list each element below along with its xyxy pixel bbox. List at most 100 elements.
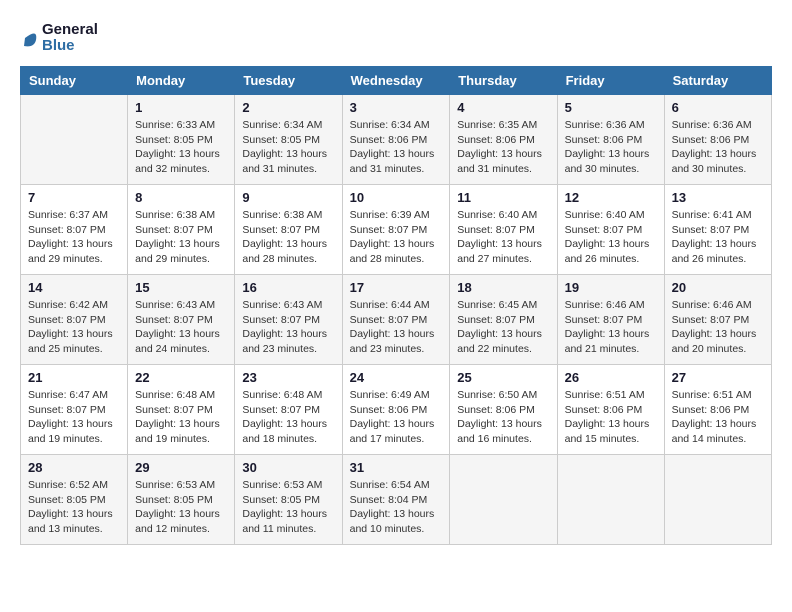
calendar-cell: 3Sunrise: 6:34 AMSunset: 8:06 PMDaylight…: [342, 95, 450, 185]
day-info: Sunrise: 6:42 AMSunset: 8:07 PMDaylight:…: [28, 298, 120, 357]
day-info: Sunrise: 6:43 AMSunset: 8:07 PMDaylight:…: [242, 298, 334, 357]
day-info: Sunrise: 6:33 AMSunset: 8:05 PMDaylight:…: [135, 118, 227, 177]
week-row-3: 14 Sunrise: 6:42 AMSunset: 8:07 PMDayligh…: [21, 275, 772, 365]
calendar-cell: 17 Sunrise: 6:44 AMSunset: 8:07 PMDayligh…: [342, 275, 450, 365]
calendar-cell: 24 Sunrise: 6:49 AMSunset: 8:06 PMDayligh…: [342, 365, 450, 455]
day-info: Sunrise: 6:48 AMSunset: 8:07 PMDaylight:…: [135, 388, 227, 447]
day-number: 10: [350, 190, 443, 205]
day-info: Sunrise: 6:34 AMSunset: 8:06 PMDaylight:…: [350, 118, 443, 177]
day-info: Sunrise: 6:52 AMSunset: 8:05 PMDaylight:…: [28, 478, 120, 537]
day-number: 11: [457, 190, 549, 205]
day-number: 27: [672, 370, 764, 385]
logo-bird-icon: [20, 20, 40, 56]
day-info: Sunrise: 6:50 AMSunset: 8:06 PMDaylight:…: [457, 388, 549, 447]
day-number: 14: [28, 280, 120, 295]
header-tuesday: Tuesday: [235, 67, 342, 95]
calendar-cell: 4Sunrise: 6:35 AMSunset: 8:06 PMDaylight…: [450, 95, 557, 185]
day-info: Sunrise: 6:36 AMSunset: 8:06 PMDaylight:…: [672, 118, 764, 177]
calendar-cell: 26Sunrise: 6:51 AMSunset: 8:06 PMDayligh…: [557, 365, 664, 455]
day-info: Sunrise: 6:35 AMSunset: 8:06 PMDaylight:…: [457, 118, 549, 177]
calendar-cell: 29 Sunrise: 6:53 AMSunset: 8:05 PMDayligh…: [128, 455, 235, 545]
page-header: General Blue: [20, 20, 772, 56]
day-number: 17: [350, 280, 443, 295]
day-number: 2: [242, 100, 334, 115]
week-row-5: 28 Sunrise: 6:52 AMSunset: 8:05 PMDayligh…: [21, 455, 772, 545]
day-number: 7: [28, 190, 120, 205]
header-wednesday: Wednesday: [342, 67, 450, 95]
calendar-cell: 23 Sunrise: 6:48 AMSunset: 8:07 PMDayligh…: [235, 365, 342, 455]
logo-text: General Blue: [42, 22, 98, 55]
day-number: 28: [28, 460, 120, 475]
day-number: 30: [242, 460, 334, 475]
calendar-cell: [450, 455, 557, 545]
day-number: 29: [135, 460, 227, 475]
day-info: Sunrise: 6:43 AMSunset: 8:07 PMDaylight:…: [135, 298, 227, 357]
day-info: Sunrise: 6:51 AMSunset: 8:06 PMDaylight:…: [565, 388, 657, 447]
day-info: Sunrise: 6:40 AMSunset: 8:07 PMDaylight:…: [457, 208, 549, 267]
day-number: 9: [242, 190, 334, 205]
calendar-cell: 9 Sunrise: 6:38 AMSunset: 8:07 PMDaylight…: [235, 185, 342, 275]
calendar-cell: 13 Sunrise: 6:41 AMSunset: 8:07 PMDayligh…: [664, 185, 771, 275]
calendar-table: SundayMondayTuesdayWednesdayThursdayFrid…: [20, 66, 772, 545]
week-row-4: 21 Sunrise: 6:47 AMSunset: 8:07 PMDayligh…: [21, 365, 772, 455]
day-info: Sunrise: 6:41 AMSunset: 8:07 PMDaylight:…: [672, 208, 764, 267]
day-info: Sunrise: 6:34 AMSunset: 8:05 PMDaylight:…: [242, 118, 334, 177]
day-info: Sunrise: 6:44 AMSunset: 8:07 PMDaylight:…: [350, 298, 443, 357]
header-row: SundayMondayTuesdayWednesdayThursdayFrid…: [21, 67, 772, 95]
header-sunday: Sunday: [21, 67, 128, 95]
day-info: Sunrise: 6:48 AMSunset: 8:07 PMDaylight:…: [242, 388, 334, 447]
calendar-cell: 27 Sunrise: 6:51 AMSunset: 8:06 PMDayligh…: [664, 365, 771, 455]
logo-container: General Blue: [20, 20, 98, 56]
calendar-cell: 21 Sunrise: 6:47 AMSunset: 8:07 PMDayligh…: [21, 365, 128, 455]
day-info: Sunrise: 6:38 AMSunset: 8:07 PMDaylight:…: [135, 208, 227, 267]
day-number: 12: [565, 190, 657, 205]
header-friday: Friday: [557, 67, 664, 95]
day-number: 25: [457, 370, 549, 385]
calendar-cell: 8 Sunrise: 6:38 AMSunset: 8:07 PMDaylight…: [128, 185, 235, 275]
calendar-cell: 20Sunrise: 6:46 AMSunset: 8:07 PMDayligh…: [664, 275, 771, 365]
day-number: 13: [672, 190, 764, 205]
logo: General Blue: [20, 20, 98, 56]
day-number: 16: [242, 280, 334, 295]
calendar-cell: 12 Sunrise: 6:40 AMSunset: 8:07 PMDayligh…: [557, 185, 664, 275]
calendar-cell: [21, 95, 128, 185]
day-number: 8: [135, 190, 227, 205]
calendar-cell: 16 Sunrise: 6:43 AMSunset: 8:07 PMDayligh…: [235, 275, 342, 365]
header-monday: Monday: [128, 67, 235, 95]
day-info: Sunrise: 6:46 AMSunset: 8:07 PMDaylight:…: [672, 298, 764, 357]
week-row-2: 7 Sunrise: 6:37 AMSunset: 8:07 PMDaylight…: [21, 185, 772, 275]
calendar-cell: [557, 455, 664, 545]
day-number: 22: [135, 370, 227, 385]
day-info: Sunrise: 6:54 AMSunset: 8:04 PMDaylight:…: [350, 478, 443, 537]
day-info: Sunrise: 6:40 AMSunset: 8:07 PMDaylight:…: [565, 208, 657, 267]
day-info: Sunrise: 6:38 AMSunset: 8:07 PMDaylight:…: [242, 208, 334, 267]
calendar-cell: 2 Sunrise: 6:34 AMSunset: 8:05 PMDaylight…: [235, 95, 342, 185]
calendar-cell: 1 Sunrise: 6:33 AMSunset: 8:05 PMDaylight…: [128, 95, 235, 185]
calendar-cell: [664, 455, 771, 545]
calendar-cell: 31 Sunrise: 6:54 AMSunset: 8:04 PMDayligh…: [342, 455, 450, 545]
day-number: 23: [242, 370, 334, 385]
calendar-cell: 30Sunrise: 6:53 AMSunset: 8:05 PMDayligh…: [235, 455, 342, 545]
header-saturday: Saturday: [664, 67, 771, 95]
logo-blue: Blue: [42, 38, 98, 55]
day-info: Sunrise: 6:45 AMSunset: 8:07 PMDaylight:…: [457, 298, 549, 357]
day-info: Sunrise: 6:37 AMSunset: 8:07 PMDaylight:…: [28, 208, 120, 267]
day-number: 24: [350, 370, 443, 385]
week-row-1: 1 Sunrise: 6:33 AMSunset: 8:05 PMDaylight…: [21, 95, 772, 185]
calendar-cell: 25 Sunrise: 6:50 AMSunset: 8:06 PMDayligh…: [450, 365, 557, 455]
calendar-cell: 5Sunrise: 6:36 AMSunset: 8:06 PMDaylight…: [557, 95, 664, 185]
calendar-cell: 19Sunrise: 6:46 AMSunset: 8:07 PMDayligh…: [557, 275, 664, 365]
day-number: 21: [28, 370, 120, 385]
day-number: 1: [135, 100, 227, 115]
day-info: Sunrise: 6:49 AMSunset: 8:06 PMDaylight:…: [350, 388, 443, 447]
day-info: Sunrise: 6:46 AMSunset: 8:07 PMDaylight:…: [565, 298, 657, 357]
day-number: 31: [350, 460, 443, 475]
calendar-cell: 7 Sunrise: 6:37 AMSunset: 8:07 PMDaylight…: [21, 185, 128, 275]
day-info: Sunrise: 6:53 AMSunset: 8:05 PMDaylight:…: [135, 478, 227, 537]
calendar-cell: 18Sunrise: 6:45 AMSunset: 8:07 PMDayligh…: [450, 275, 557, 365]
calendar-cell: 15Sunrise: 6:43 AMSunset: 8:07 PMDayligh…: [128, 275, 235, 365]
day-info: Sunrise: 6:51 AMSunset: 8:06 PMDaylight:…: [672, 388, 764, 447]
day-info: Sunrise: 6:47 AMSunset: 8:07 PMDaylight:…: [28, 388, 120, 447]
calendar-cell: 28 Sunrise: 6:52 AMSunset: 8:05 PMDayligh…: [21, 455, 128, 545]
day-number: 6: [672, 100, 764, 115]
